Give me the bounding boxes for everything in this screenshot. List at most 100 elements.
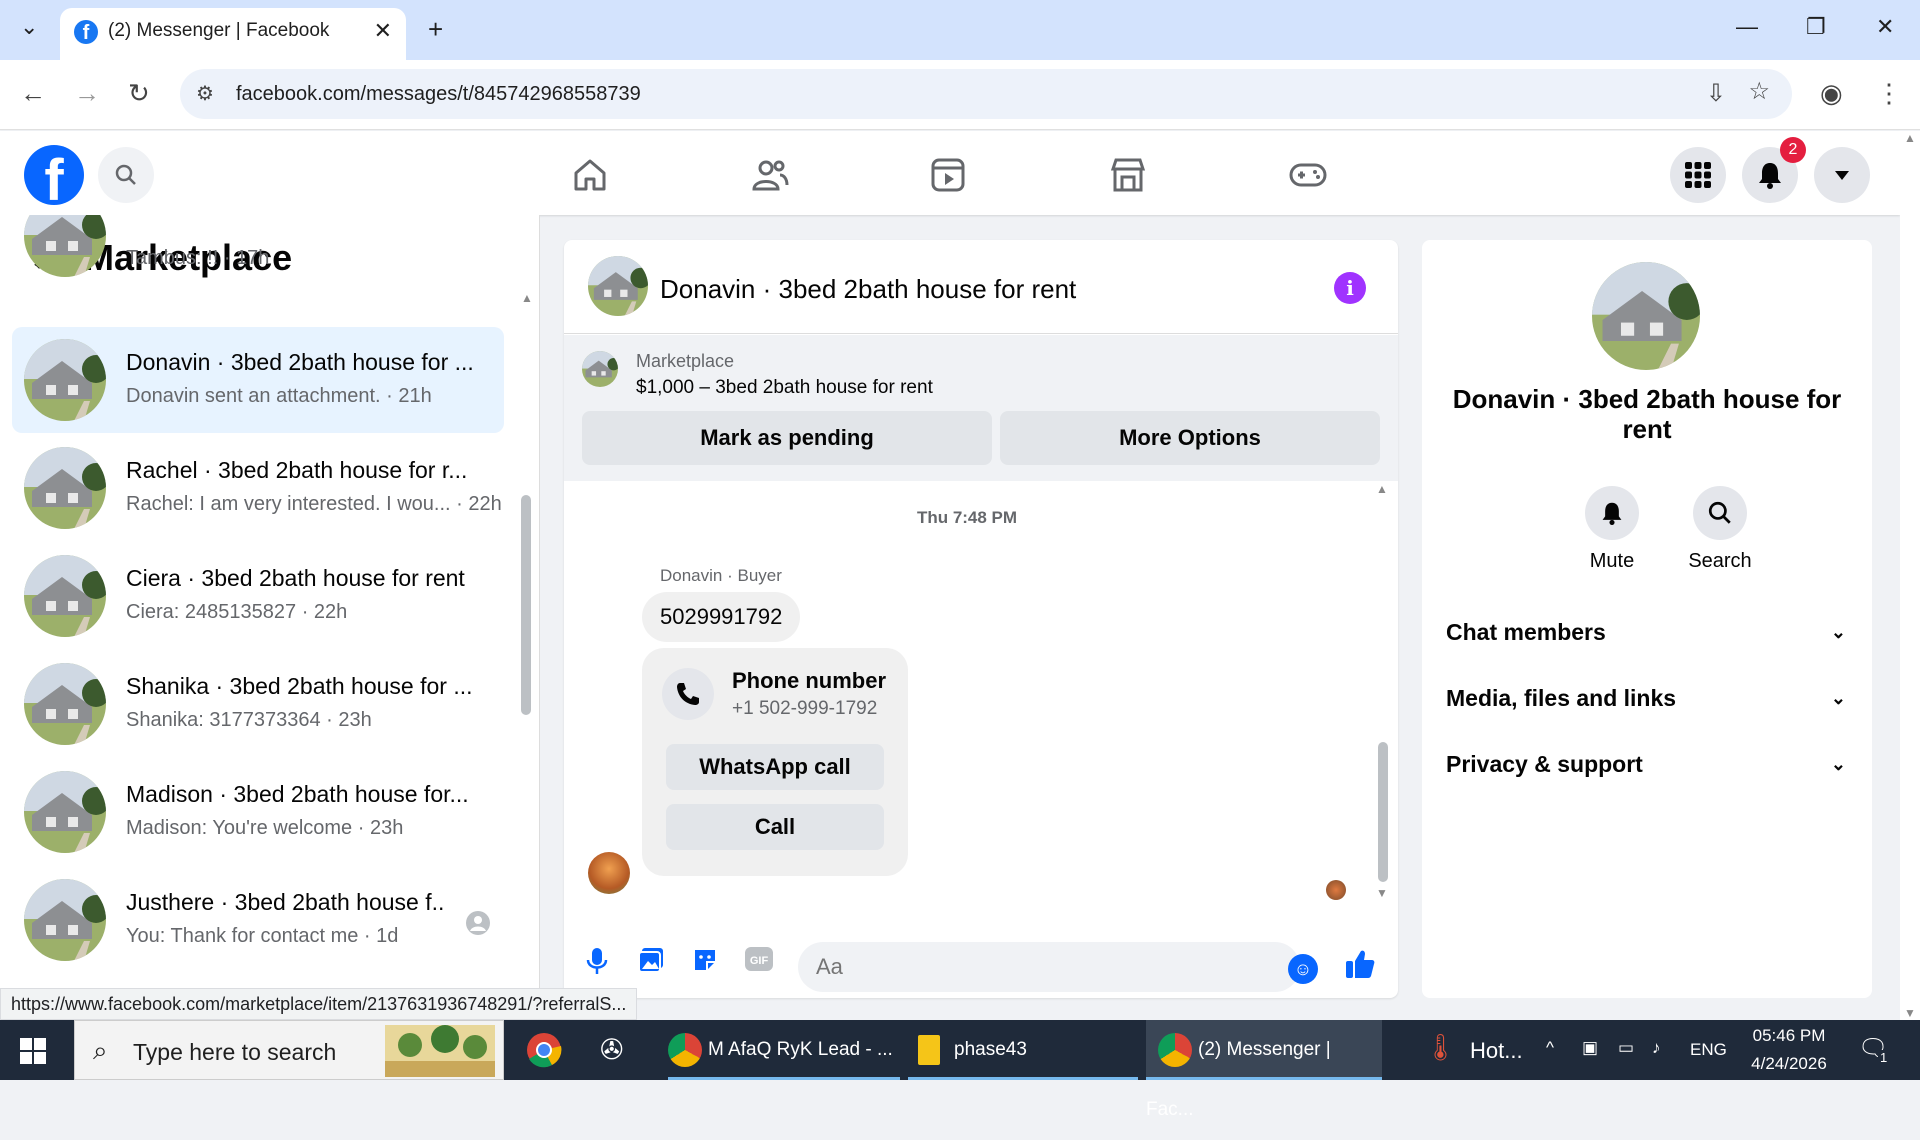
conversation-name: Donavin · 3bed 2bath house for ... xyxy=(126,349,474,375)
language-indicator[interactable]: ENG xyxy=(1690,1040,1727,1060)
video-icon[interactable] xyxy=(928,155,968,195)
taskbar-app-folder[interactable]: phase43 xyxy=(908,1020,1138,1080)
taskbar-search-placeholder: Type here to search xyxy=(133,1039,337,1065)
mute-button[interactable]: Mute xyxy=(1572,486,1652,573)
action-center-count: 1 xyxy=(1878,1050,1890,1065)
install-app-icon[interactable]: ⇩ xyxy=(1706,79,1726,108)
chat-title[interactable]: Donavin · 3bed 2bath house for rent xyxy=(660,274,1076,305)
clock-date[interactable]: 4/24/2026 xyxy=(1744,1054,1834,1074)
battery-icon[interactable]: ▭ xyxy=(1618,1038,1634,1058)
page-scrollbar[interactable]: ▲ ▼ xyxy=(1900,131,1920,1020)
listing-price[interactable]: $1,000 – 3bed 2bath house for rent xyxy=(636,377,933,399)
chat-scrollbar[interactable] xyxy=(1378,742,1388,882)
browser-tab[interactable]: f (2) Messenger | Facebook ✕ xyxy=(60,8,406,60)
whatsapp-call-button[interactable]: WhatsApp call xyxy=(666,744,884,790)
minimize-icon[interactable]: — xyxy=(1736,14,1758,40)
menu-grid-icon[interactable] xyxy=(1670,147,1726,203)
phone-number-card: Phone number +1 502-999-1792 WhatsApp ca… xyxy=(642,648,908,876)
windows-start-icon[interactable] xyxy=(20,1038,46,1064)
section-label: Privacy & support xyxy=(1446,751,1643,777)
facebook-favicon-icon: f xyxy=(74,20,98,44)
taskbar-app-chrome-lead[interactable]: M AfaQ RyK Lead - ... xyxy=(668,1020,900,1080)
sender-avatar[interactable] xyxy=(588,852,630,894)
emoji-icon[interactable]: ☺ xyxy=(1288,954,1318,984)
conversation-item-selected[interactable]: Donavin · 3bed 2bath house for ... Donav… xyxy=(12,327,504,433)
restore-icon[interactable]: ❐ xyxy=(1806,14,1826,40)
tab-list-dropdown-icon[interactable]: ⌄ xyxy=(20,14,38,40)
weather-icon[interactable]: 🌡 xyxy=(1424,1032,1457,1063)
marketplace-icon[interactable] xyxy=(1108,155,1148,195)
conversation-item[interactable]: Madison · 3bed 2bath house for... Madiso… xyxy=(12,759,504,865)
show-hidden-icons-icon[interactable]: ^ xyxy=(1546,1038,1554,1058)
chat-members-section[interactable]: Chat members ⌄ xyxy=(1446,612,1846,652)
browser-menu-icon[interactable]: ⋮ xyxy=(1876,78,1902,109)
call-button[interactable]: Call xyxy=(666,804,884,850)
new-tab-icon[interactable]: + xyxy=(428,14,443,45)
clock-time[interactable]: 05:46 PM xyxy=(1748,1026,1830,1046)
scroll-down-arrow-icon[interactable]: ▼ xyxy=(1376,886,1388,900)
tab-close-icon[interactable]: ✕ xyxy=(374,18,392,44)
search-in-conversation-button[interactable]: Search xyxy=(1680,486,1760,573)
sticker-icon[interactable] xyxy=(688,946,722,980)
weather-label[interactable]: Hot... xyxy=(1470,1038,1523,1064)
message-input[interactable] xyxy=(798,942,1300,992)
info-icon[interactable]: i xyxy=(1334,272,1366,304)
conversation-preview: You: Thank for contact me · 1d xyxy=(126,925,399,947)
scroll-up-arrow-icon[interactable]: ▲ xyxy=(1904,131,1916,145)
window-close-icon[interactable]: ✕ xyxy=(1876,14,1894,40)
scroll-up-arrow-icon[interactable]: ▲ xyxy=(1376,482,1388,496)
scroll-up-arrow-icon[interactable]: ▲ xyxy=(521,291,533,305)
privacy-support-section[interactable]: Privacy & support ⌄ xyxy=(1446,744,1846,784)
mark-as-pending-button[interactable]: Mark as pending xyxy=(582,411,992,465)
listing-thumbnail[interactable] xyxy=(582,351,618,387)
conversation-name: Rachel · 3bed 2bath house for r... xyxy=(126,457,468,483)
app-taskbar-icon[interactable]: ✇ xyxy=(600,1020,640,1080)
gif-icon[interactable]: GIF xyxy=(742,946,776,980)
conversation-item[interactable]: Rachel · 3bed 2bath house for r... Rache… xyxy=(12,435,504,541)
browser-tab-strip: ⌄ f (2) Messenger | Facebook ✕ + — ❐ ✕ xyxy=(0,0,1920,60)
conversation-item-partial[interactable]: Tambus: !! · 17h xyxy=(12,215,504,289)
conversation-preview: Donavin sent an attachment. · 21h xyxy=(126,385,432,407)
address-bar[interactable]: ⚙ facebook.com/messages/t/84574296855873… xyxy=(180,69,1792,119)
conversation-preview: Rachel: I am very interested. I wou... ·… xyxy=(126,493,502,515)
conversation-name: Madison · 3bed 2bath house for... xyxy=(126,781,469,807)
taskbar-search-box[interactable]: ⌕ Type here to search xyxy=(74,1020,504,1080)
scroll-down-arrow-icon[interactable]: ▼ xyxy=(1904,1006,1916,1020)
conversation-details-pane: Donavin · 3bed 2bath house for rent Mute… xyxy=(1422,240,1872,998)
like-icon[interactable] xyxy=(1344,948,1376,988)
photo-icon[interactable] xyxy=(634,946,668,980)
mute-label: Mute xyxy=(1589,550,1635,572)
search-icon[interactable] xyxy=(98,147,154,203)
microphone-icon[interactable] xyxy=(580,946,614,980)
conversation-name: Ciera · 3bed 2bath house for rent xyxy=(126,565,465,591)
facebook-icon[interactable]: f xyxy=(24,145,84,205)
conversation-item[interactable]: Shanika · 3bed 2bath house for ... Shani… xyxy=(12,651,504,757)
volume-icon[interactable]: ♪ xyxy=(1652,1038,1661,1058)
friends-icon[interactable] xyxy=(750,155,790,195)
chevron-down-icon: ⌄ xyxy=(1830,622,1846,642)
media-files-links-section[interactable]: Media, files and links ⌄ xyxy=(1446,678,1846,718)
folder-icon xyxy=(918,1034,940,1065)
chevron-down-icon: ⌄ xyxy=(1830,754,1846,774)
reload-icon[interactable]: ↻ xyxy=(128,78,150,109)
gaming-icon[interactable] xyxy=(1288,155,1328,195)
conversation-item[interactable]: Justhere · 3bed 2bath house f... You: Th… xyxy=(12,867,504,973)
caret-down-icon[interactable] xyxy=(1814,147,1870,203)
meet-now-icon[interactable]: ▣ xyxy=(1582,1038,1598,1058)
chrome-icon xyxy=(668,1032,702,1067)
site-settings-icon[interactable]: ⚙ xyxy=(196,81,214,106)
taskbar-app-messenger[interactable]: (2) Messenger | Fac... xyxy=(1146,1020,1382,1120)
left-scrollbar[interactable] xyxy=(521,495,531,715)
message-bubble[interactable]: 5029991792 xyxy=(642,592,801,642)
chevron-down-icon: ⌄ xyxy=(1830,688,1846,708)
chat-avatar[interactable] xyxy=(588,256,648,316)
more-options-button[interactable]: More Options xyxy=(1000,411,1380,465)
message-timestamp: Thu 7:48 PM xyxy=(916,508,1018,527)
forward-icon[interactable]: → xyxy=(74,78,100,109)
chrome-taskbar-icon[interactable] xyxy=(526,1020,564,1080)
bookmark-star-icon[interactable]: ☆ xyxy=(1748,77,1770,106)
conversation-item[interactable]: Ciera · 3bed 2bath house for rent Ciera:… xyxy=(12,543,504,649)
back-icon[interactable]: ← xyxy=(20,78,46,109)
home-icon[interactable] xyxy=(570,155,610,195)
profile-icon[interactable]: ◉ xyxy=(1820,78,1843,109)
